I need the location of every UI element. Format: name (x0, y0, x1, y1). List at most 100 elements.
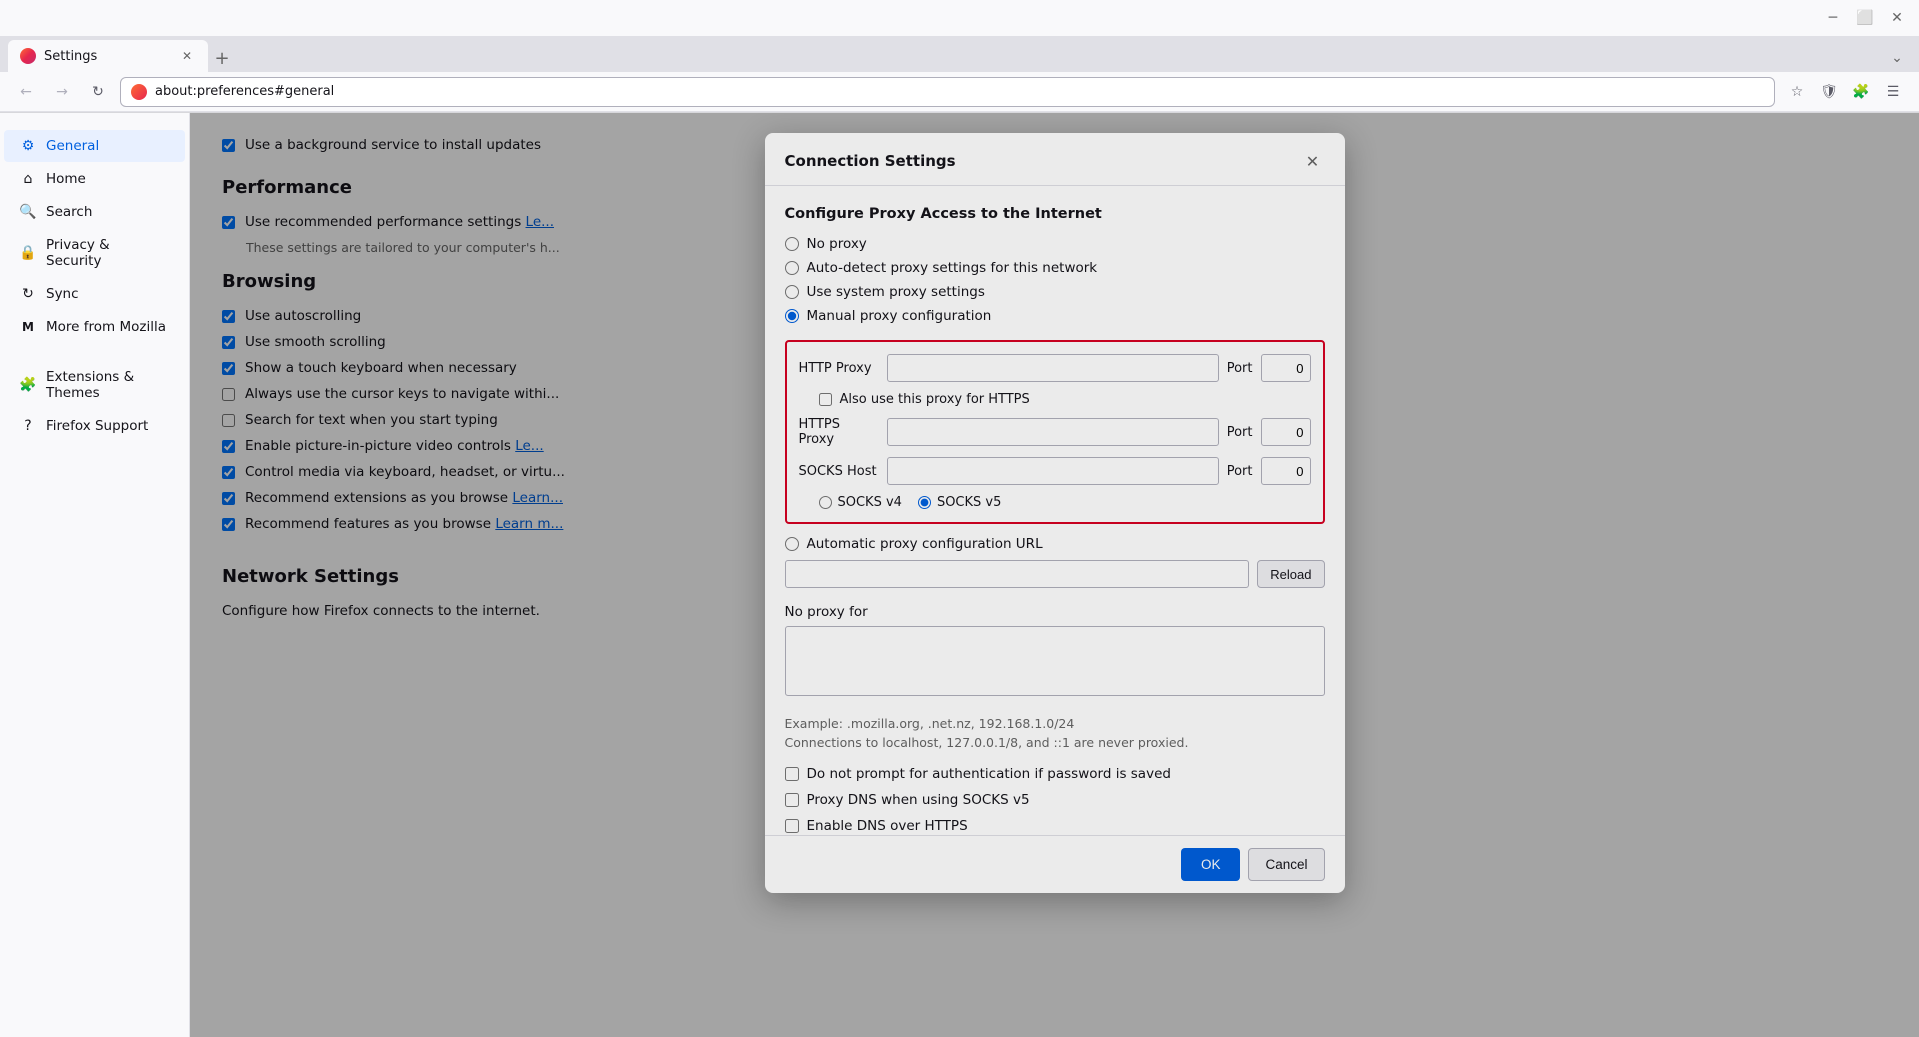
sidebar-item-home[interactable]: ⌂ Home (4, 163, 185, 195)
radio-system-proxy[interactable]: Use system proxy settings (785, 284, 1325, 300)
tab-list-button[interactable]: ⌄ (1883, 44, 1911, 72)
more-icon: M (20, 319, 36, 335)
back-button[interactable]: ← (12, 78, 40, 106)
also-use-https-row: Also use this proxy for HTTPS (819, 392, 1311, 407)
https-port-label: Port (1227, 425, 1253, 440)
sidebar-label-sync: Sync (46, 286, 79, 302)
dns-over-https-checkbox[interactable] (785, 819, 799, 833)
radio-auto-url-input[interactable] (785, 537, 799, 551)
no-auth-prompt-item[interactable]: Do not prompt for authentication if pass… (785, 766, 1325, 782)
socks-v5-option[interactable]: SOCKS v5 (918, 495, 1001, 510)
sidebar-item-support[interactable]: ? Firefox Support (4, 410, 185, 442)
extensions-button[interactable]: 🧩 (1847, 78, 1875, 106)
close-button[interactable]: ✕ (1883, 4, 1911, 32)
https-proxy-input[interactable] (887, 418, 1219, 446)
address-bar[interactable]: about:preferences#general (120, 77, 1775, 107)
radio-auto-detect-label: Auto-detect proxy settings for this netw… (807, 260, 1098, 276)
radio-manual-proxy-input[interactable] (785, 309, 799, 323)
forward-button[interactable]: → (48, 78, 76, 106)
browser-chrome: ─ ⬜ ✕ Settings ✕ + ⌄ ← → ↻ about:prefere… (0, 0, 1919, 113)
http-proxy-input[interactable] (887, 354, 1219, 382)
menu-button[interactable]: ☰ (1879, 78, 1907, 106)
radio-auto-detect[interactable]: Auto-detect proxy settings for this netw… (785, 260, 1325, 276)
proxy-section-heading: Configure Proxy Access to the Internet (785, 206, 1325, 222)
window-controls: ─ ⬜ ✕ (1819, 4, 1911, 32)
http-proxy-row: HTTP Proxy Port (799, 354, 1311, 382)
nav-bar: ← → ↻ about:preferences#general ☆ 🛡 🧩 ☰ (0, 72, 1919, 112)
radio-system-proxy-label: Use system proxy settings (807, 284, 985, 300)
no-proxy-label: No proxy for (785, 604, 1325, 620)
bookmark-button[interactable]: ☆ (1783, 78, 1811, 106)
dns-over-https-item[interactable]: Enable DNS over HTTPS (785, 818, 1325, 834)
socks-v5-radio[interactable] (918, 496, 931, 509)
socks-v4-radio[interactable] (819, 496, 832, 509)
connection-settings-modal: Connection Settings ✕ Configure Proxy Ac… (765, 133, 1345, 893)
minimize-button[interactable]: ─ (1819, 4, 1847, 32)
socks-port-input[interactable] (1261, 457, 1311, 485)
auto-proxy-url-input[interactable] (785, 560, 1250, 588)
sidebar-item-extensions[interactable]: 🧩 Extensions & Themes (4, 361, 185, 409)
radio-no-proxy-input[interactable] (785, 237, 799, 251)
also-use-https-checkbox[interactable] (819, 393, 832, 406)
shield-button[interactable]: 🛡 (1815, 78, 1843, 106)
socks-port-label: Port (1227, 464, 1253, 479)
dns-over-https-label: Enable DNS over HTTPS (807, 818, 968, 834)
radio-no-proxy[interactable]: No proxy (785, 236, 1325, 252)
sidebar-item-search[interactable]: 🔍 Search (4, 196, 185, 228)
http-port-label: Port (1227, 361, 1253, 376)
active-tab[interactable]: Settings ✕ (8, 40, 208, 72)
modal-header: Connection Settings ✕ (765, 133, 1345, 186)
extensions-sidebar-icon: 🧩 (20, 377, 36, 393)
proxy-dns-checkbox[interactable] (785, 793, 799, 807)
example-hint: Example: .mozilla.org, .net.nz, 192.168.… (785, 716, 1325, 731)
radio-manual-proxy-label: Manual proxy configuration (807, 308, 992, 324)
cancel-button[interactable]: Cancel (1248, 848, 1324, 881)
manual-proxy-section: HTTP Proxy Port Also use this proxy for … (785, 340, 1325, 524)
support-icon: ? (20, 418, 36, 434)
tab-title: Settings (44, 49, 97, 64)
radio-system-proxy-input[interactable] (785, 285, 799, 299)
sidebar-label-search: Search (46, 204, 92, 220)
site-icon (131, 84, 147, 100)
address-text: about:preferences#general (155, 84, 334, 99)
radio-auto-url-label: Automatic proxy configuration URL (807, 536, 1043, 552)
home-icon: ⌂ (20, 171, 36, 187)
proxy-dns-label: Proxy DNS when using SOCKS v5 (807, 792, 1030, 808)
title-bar: ─ ⬜ ✕ (0, 0, 1919, 36)
sidebar: ⚙ General ⌂ Home 🔍 Search 🔒 Privacy & Se… (0, 113, 190, 1037)
socks-host-input[interactable] (887, 457, 1219, 485)
socks-host-label: SOCKS Host (799, 464, 879, 479)
socks-v5-label: SOCKS v5 (937, 495, 1001, 510)
ok-button[interactable]: OK (1181, 848, 1241, 881)
no-auth-prompt-checkbox[interactable] (785, 767, 799, 781)
nav-right: ☆ 🛡 🧩 ☰ (1783, 78, 1907, 106)
socks-version-row: SOCKS v4 SOCKS v5 (819, 495, 1311, 510)
maximize-button[interactable]: ⬜ (1851, 4, 1879, 32)
sidebar-item-sync[interactable]: ↻ Sync (4, 278, 185, 310)
proxy-dns-item[interactable]: Proxy DNS when using SOCKS v5 (785, 792, 1325, 808)
socks-host-row: SOCKS Host Port (799, 457, 1311, 485)
modal-close-button[interactable]: ✕ (1301, 149, 1325, 173)
radio-auto-detect-input[interactable] (785, 261, 799, 275)
sidebar-item-general[interactable]: ⚙ General (4, 130, 185, 162)
firefox-tab-icon (20, 48, 36, 64)
no-proxy-textarea[interactable] (785, 626, 1325, 696)
proxy-radio-group: No proxy Auto-detect proxy settings for … (785, 236, 1325, 324)
https-port-input[interactable] (1261, 418, 1311, 446)
close-tab-button[interactable]: ✕ (178, 47, 196, 65)
socks-v4-label: SOCKS v4 (838, 495, 902, 510)
reload-button[interactable]: Reload (1257, 560, 1324, 588)
content-area: ⚙ General ⌂ Home 🔍 Search 🔒 Privacy & Se… (0, 113, 1919, 1037)
refresh-button[interactable]: ↻ (84, 78, 112, 106)
http-port-input[interactable] (1261, 354, 1311, 382)
sidebar-item-more[interactable]: M More from Mozilla (4, 311, 185, 343)
new-tab-button[interactable]: + (208, 44, 236, 72)
radio-manual-proxy[interactable]: Manual proxy configuration (785, 308, 1325, 324)
modal-body[interactable]: Configure Proxy Access to the Internet N… (765, 186, 1345, 835)
socks-v4-option[interactable]: SOCKS v4 (819, 495, 902, 510)
sidebar-label-privacy: Privacy & Security (46, 237, 169, 269)
modal-footer: OK Cancel (765, 835, 1345, 893)
sidebar-item-privacy[interactable]: 🔒 Privacy & Security (4, 229, 185, 277)
radio-auto-url[interactable]: Automatic proxy configuration URL (785, 536, 1325, 552)
modal-overlay: Connection Settings ✕ Configure Proxy Ac… (190, 113, 1919, 1037)
